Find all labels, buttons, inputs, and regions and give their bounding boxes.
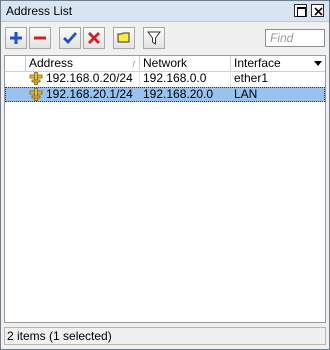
address-cell: 192.168.0.20/24 [46,71,133,85]
interface-cell: ether1 [234,71,269,85]
status-bar: 2 items (1 selected) [4,327,326,345]
title-bar[interactable]: Address List [1,1,329,22]
address-cell: 192.168.20.1/24 [46,87,133,101]
column-header-interface[interactable]: Interface [231,56,311,71]
column-header-marker[interactable] [5,56,26,71]
comment-icon [117,32,130,43]
filter-button[interactable] [143,27,165,49]
network-cell: 192.168.20.0 [143,87,214,101]
interface-cell: LAN [234,87,258,101]
remove-button[interactable] [29,27,51,49]
add-button[interactable] [5,27,27,49]
enable-button[interactable] [59,27,81,49]
sort-indicator-icon: / [132,59,135,69]
filter-icon [147,31,161,45]
status-text: 2 items (1 selected) [7,329,112,343]
disable-button[interactable] [83,27,105,49]
column-header-network[interactable]: Network [140,56,231,71]
columns-dropdown-button[interactable] [311,56,325,71]
table-header: Address / Network Interface [5,56,325,72]
column-header-interface-label: Interface [234,56,281,70]
find-input[interactable] [265,29,325,47]
comment-button[interactable] [113,27,135,49]
enable-icon [63,32,78,45]
table-row-selected[interactable]: 192.168.20.1/24 192.168.20.0 LAN [5,87,325,102]
window-title: Address List [6,4,73,18]
disable-icon [88,32,100,44]
column-header-address[interactable]: Address / [26,56,140,71]
add-icon [10,32,22,44]
remove-icon [34,36,46,40]
column-header-address-label: Address [29,56,74,70]
column-header-network-label: Network [143,56,188,70]
chevron-down-icon [314,61,322,66]
network-cell: 192.168.0.0 [143,71,207,85]
close-icon [314,7,323,16]
table-row[interactable]: 192.168.0.20/24 192.168.0.0 ether1 [5,71,325,86]
toolbar [1,22,329,55]
address-table: Address / Network Interface 192.168.0.20… [4,55,326,323]
address-list-window: Address List Find Address / Network Inte… [0,0,330,350]
close-window-button[interactable] [311,4,324,17]
restore-window-button[interactable] [294,4,307,17]
